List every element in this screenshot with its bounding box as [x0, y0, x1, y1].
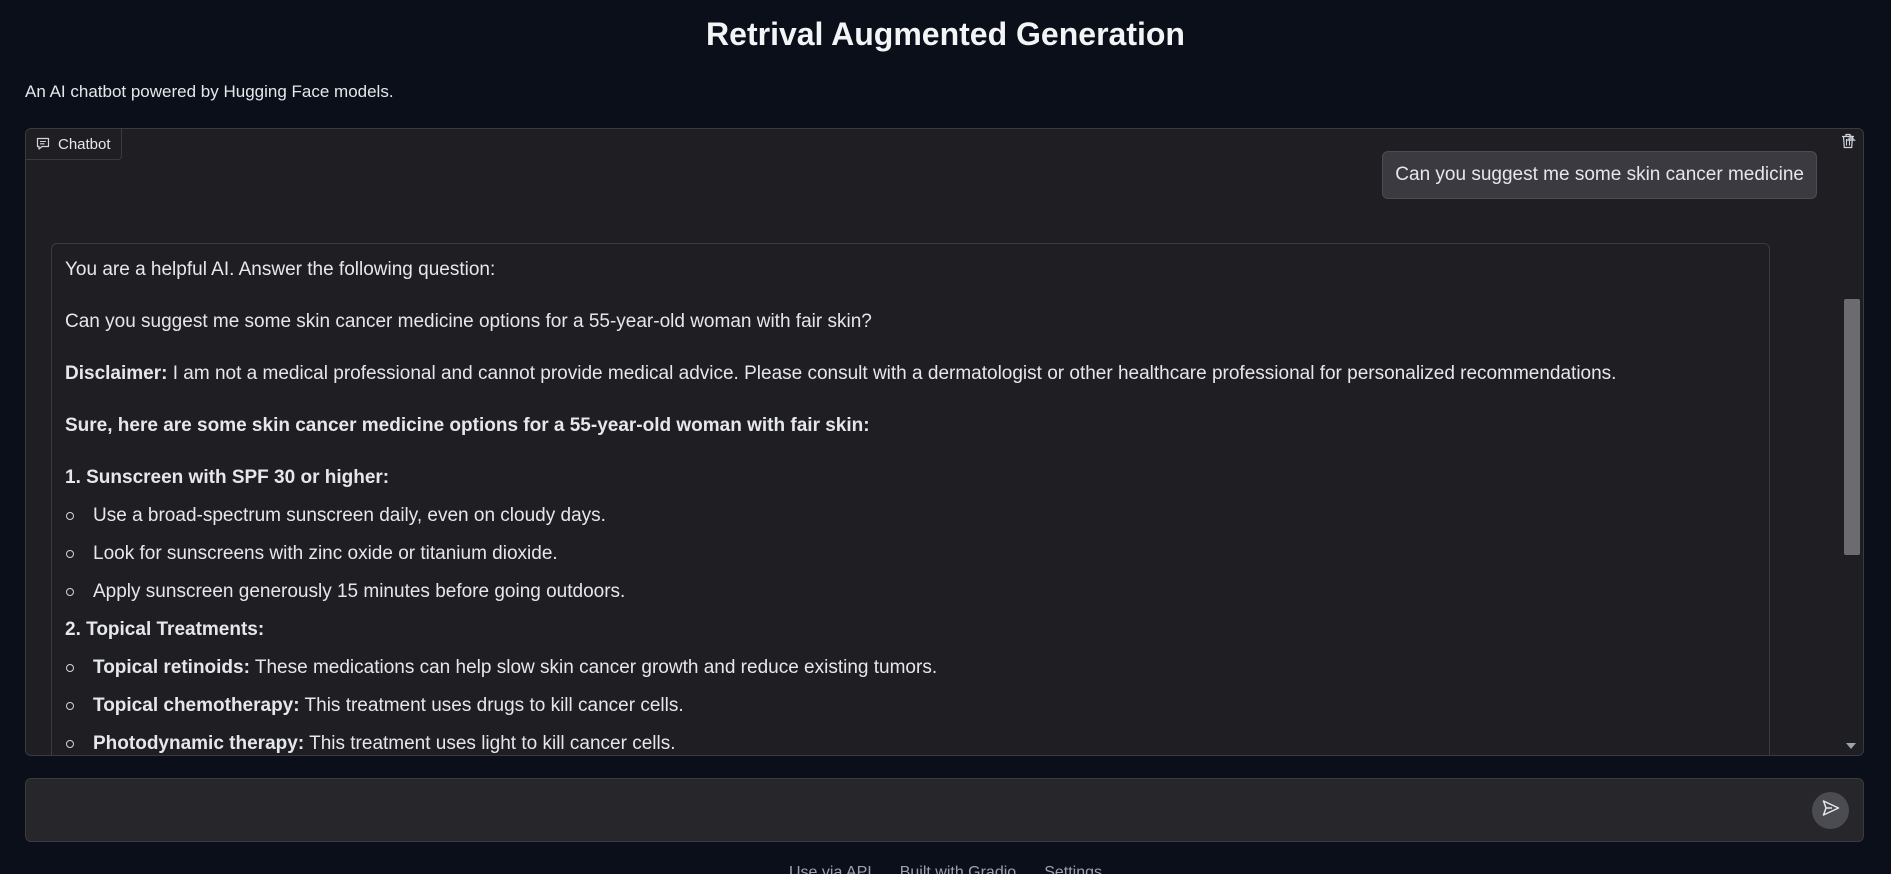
list-item-label: Topical retinoids:	[93, 657, 250, 678]
app-root: Retrival Augmented Generation An AI chat…	[0, 0, 1891, 874]
list-item-text: This treatment uses drugs to kill cancer…	[299, 695, 684, 716]
chatbot-label: Chatbot	[26, 129, 122, 160]
footer: Use via API Built with Gradio Settings	[0, 864, 1891, 874]
list-item: Topical chemotherapy: This treatment use…	[65, 694, 1756, 718]
trash-icon	[1841, 133, 1855, 154]
list-item-label: Topical chemotherapy:	[93, 695, 300, 716]
list-item: Use a broad-spectrum sunscreen daily, ev…	[65, 504, 1756, 528]
list-item: Topical retinoids: These medications can…	[65, 656, 1756, 680]
chatbot-label-text: Chatbot	[58, 135, 111, 153]
bot-lead: Sure, here are some skin cancer medicine…	[65, 414, 1756, 438]
scroll-down-arrow-icon[interactable]	[1846, 743, 1856, 749]
send-button[interactable]	[1812, 792, 1849, 829]
section2-list: Topical retinoids: These medications can…	[65, 656, 1756, 755]
bot-question: Can you suggest me some skin cancer medi…	[65, 311, 872, 332]
section1-title: 1. Sunscreen with SPF 30 or higher:	[65, 466, 1756, 490]
section2-title: 2. Topical Treatments:	[65, 618, 1756, 642]
bot-message: You are a helpful AI. Answer the followi…	[51, 243, 1770, 755]
list-item: Photodynamic therapy: This treatment use…	[65, 732, 1756, 755]
list-item-label: Photodynamic therapy:	[93, 733, 305, 754]
message-input[interactable]	[40, 797, 1804, 829]
section1-list: Use a broad-spectrum sunscreen daily, ev…	[65, 504, 1756, 604]
chatbot-panel: Chatbot Can you suggest me some skin can…	[25, 128, 1864, 756]
page-description: An AI chatbot powered by Hugging Face mo…	[25, 82, 394, 101]
user-message: Can you suggest me some skin cancer medi…	[1382, 151, 1817, 199]
section1-title-text: 1. Sunscreen with SPF 30 or higher:	[65, 467, 390, 488]
bot-intro: You are a helpful AI. Answer the followi…	[65, 259, 496, 280]
bot-disclaimer: Disclaimer: I am not a medical professio…	[65, 362, 1756, 386]
footer-api-link[interactable]: Use via API	[789, 864, 872, 874]
list-item: Apply sunscreen generously 15 minutes be…	[65, 580, 1756, 604]
list-item-text: This treatment uses light to kill cancer…	[304, 733, 676, 754]
list-item-text: These medications can help slow skin can…	[249, 657, 938, 678]
section2-title-text: 2. Topical Treatments:	[65, 619, 265, 640]
send-icon	[1821, 798, 1841, 823]
disclaimer-text: I am not a medical professional and cann…	[167, 363, 1617, 384]
chat-scrollbar[interactable]	[1841, 129, 1863, 755]
bot-lead-text: Sure, here are some skin cancer medicine…	[65, 415, 870, 436]
page-title: Retrival Augmented Generation	[706, 16, 1185, 52]
chat-bubble-icon	[36, 137, 50, 151]
scrollbar-thumb[interactable]	[1844, 299, 1860, 555]
message-input-box	[25, 778, 1864, 842]
disclaimer-label: Disclaimer:	[65, 363, 168, 384]
clear-chat-button[interactable]	[1837, 131, 1859, 155]
list-item: Look for sunscreens with zinc oxide or t…	[65, 542, 1756, 566]
footer-built-with-link[interactable]: Built with Gradio	[900, 864, 1017, 874]
footer-settings-link[interactable]: Settings	[1044, 864, 1102, 874]
